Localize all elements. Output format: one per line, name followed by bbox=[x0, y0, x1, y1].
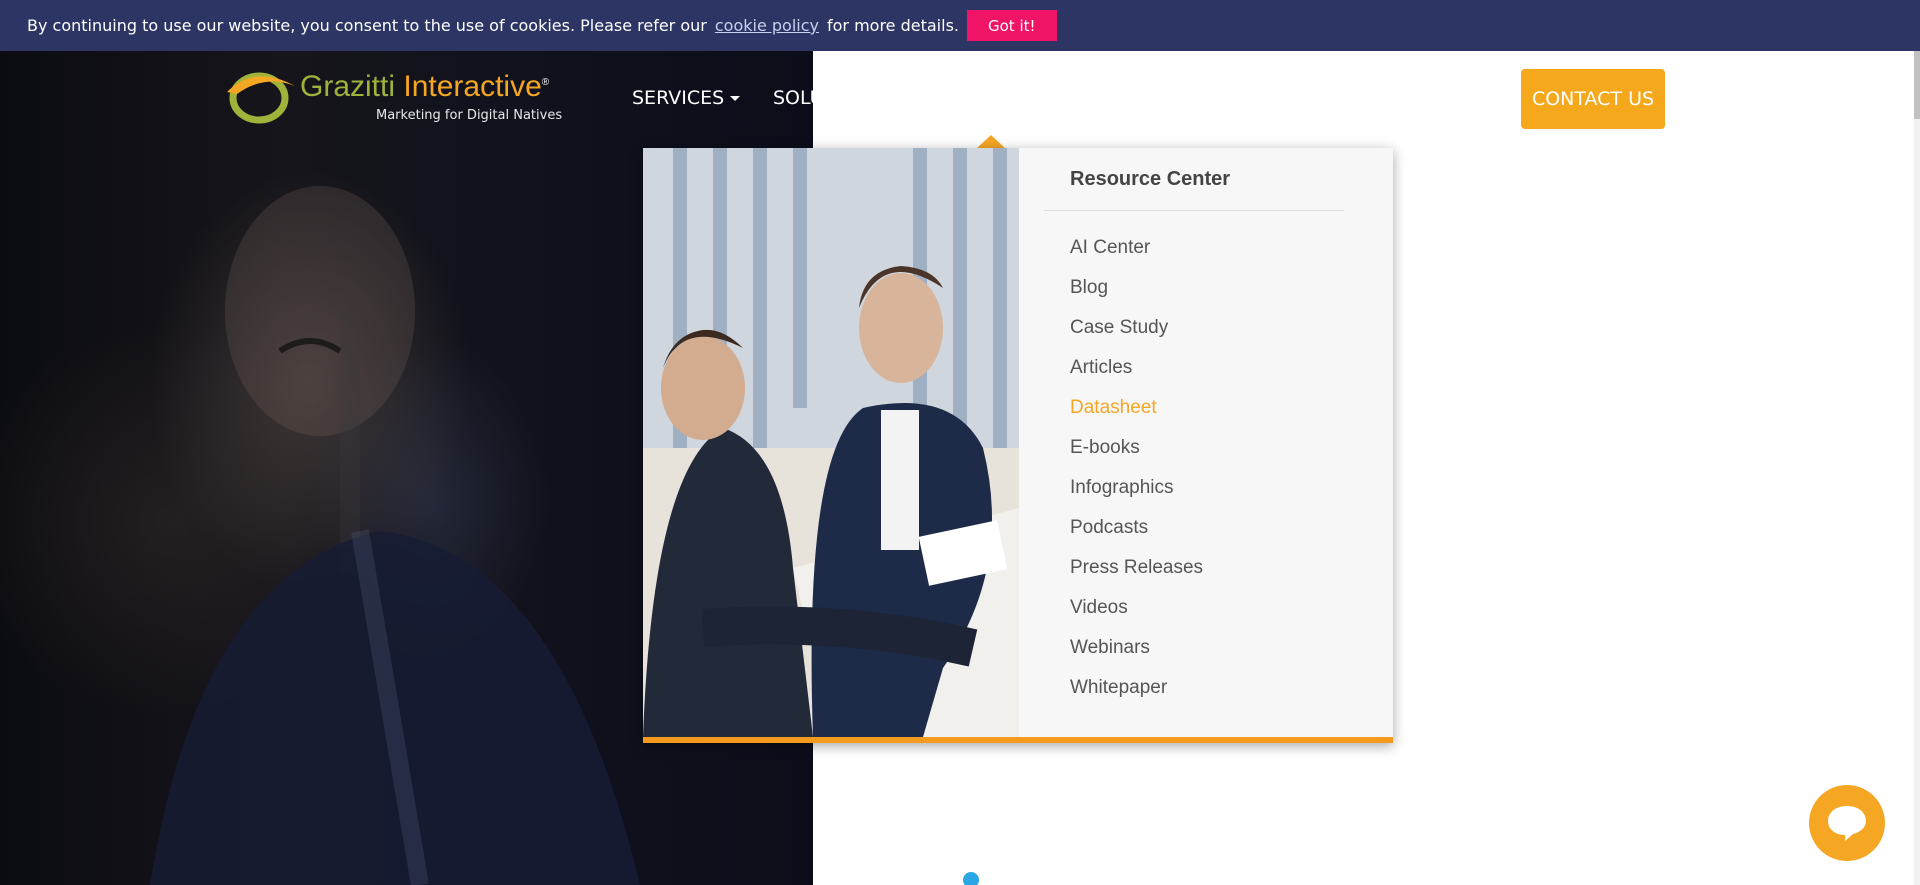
logo-name-second: Interactive bbox=[403, 70, 542, 103]
business-meeting-illustration bbox=[643, 148, 1019, 737]
chat-button[interactable] bbox=[1809, 785, 1885, 861]
resource-item-datasheet[interactable]: Datasheet bbox=[1070, 388, 1203, 428]
resource-item-infographics[interactable]: Infographics bbox=[1070, 468, 1203, 508]
nav-services[interactable]: SERVICES bbox=[632, 87, 741, 109]
resource-item-blog[interactable]: Blog bbox=[1070, 268, 1203, 308]
cookie-text: By continuing to use our website, you co… bbox=[27, 16, 707, 35]
logo-name: Grazitti Interactive® bbox=[300, 70, 549, 104]
swoosh-logo-icon bbox=[227, 72, 295, 124]
cookie-banner: By continuing to use our website, you co… bbox=[0, 0, 1920, 51]
slider-dot[interactable] bbox=[963, 872, 979, 885]
logo-name-first: Grazitti bbox=[300, 70, 396, 103]
resource-item-ai-center[interactable]: AI Center bbox=[1070, 228, 1203, 268]
resource-center-dropdown: Resource Center AI Center Blog Case Stud… bbox=[643, 148, 1393, 743]
logo-tagline: Marketing for Digital Natives bbox=[376, 108, 563, 123]
dropdown-accent-bar bbox=[643, 737, 1393, 743]
dropdown-heading: Resource Center bbox=[1070, 168, 1231, 190]
dropdown-pointer bbox=[976, 135, 1006, 149]
cookie-accept-button[interactable]: Got it! bbox=[967, 10, 1057, 41]
dropdown-divider bbox=[1044, 210, 1344, 211]
resource-item-ebooks[interactable]: E-books bbox=[1070, 428, 1203, 468]
resource-list: AI Center Blog Case Study Articles Datas… bbox=[1070, 228, 1203, 708]
cookie-suffix: for more details. bbox=[826, 16, 959, 35]
chat-bubble-icon bbox=[1828, 806, 1866, 841]
site-logo[interactable]: Grazitti Interactive® Marketing for Digi… bbox=[225, 68, 565, 128]
contact-us-button[interactable]: CONTACT US bbox=[1521, 69, 1665, 129]
resource-item-webinars[interactable]: Webinars bbox=[1070, 628, 1203, 668]
resource-item-whitepaper[interactable]: Whitepaper bbox=[1070, 668, 1203, 708]
cookie-policy-link[interactable]: cookie policy bbox=[715, 16, 819, 35]
dropdown-image bbox=[643, 148, 1019, 737]
resource-item-videos[interactable]: Videos bbox=[1070, 588, 1203, 628]
scrollbar-thumb[interactable] bbox=[1914, 51, 1920, 119]
caret-down-icon bbox=[730, 96, 741, 101]
nav-services-label: SERVICES bbox=[632, 87, 725, 109]
registered-mark: ® bbox=[541, 77, 550, 88]
nav-solutions[interactable]: SOLUTIONS bbox=[773, 87, 813, 109]
resource-item-articles[interactable]: Articles bbox=[1070, 348, 1203, 388]
resource-item-case-study[interactable]: Case Study bbox=[1070, 308, 1203, 348]
resource-item-press-releases[interactable]: Press Releases bbox=[1070, 548, 1203, 588]
resource-item-podcasts[interactable]: Podcasts bbox=[1070, 508, 1203, 548]
scrollbar-track[interactable] bbox=[1914, 51, 1920, 885]
